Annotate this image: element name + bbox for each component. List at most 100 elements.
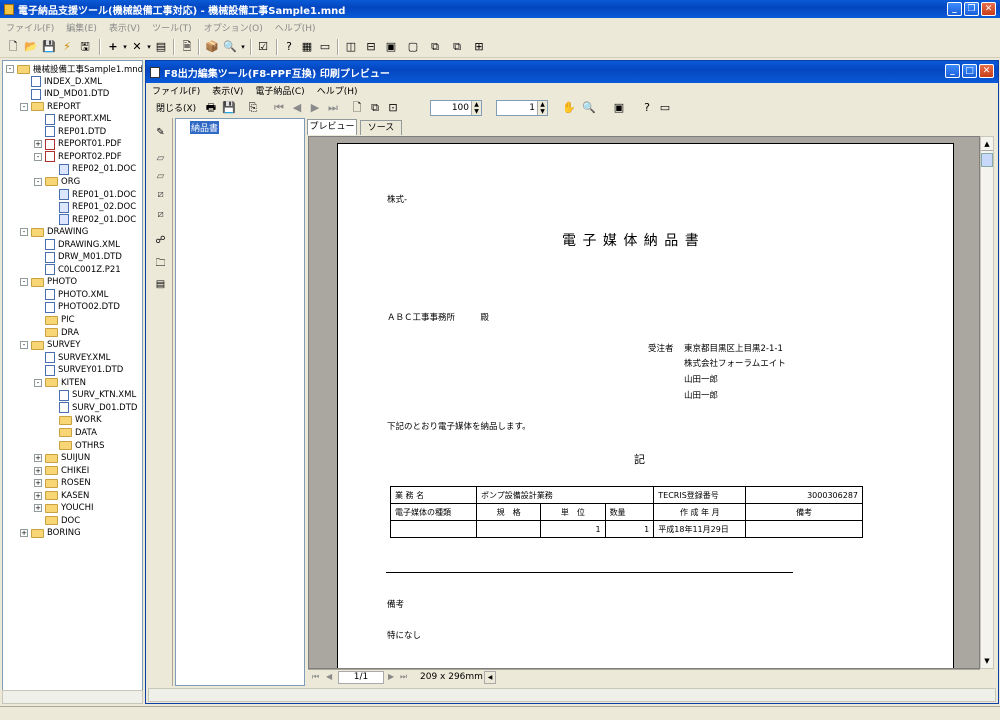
web-icon[interactable]: 🖫: [78, 40, 92, 54]
tree-node[interactable]: INDEX_D.XML: [20, 76, 102, 88]
tree-node[interactable]: REPORT.XML: [34, 113, 111, 125]
two-page-icon[interactable]: ⧉: [368, 101, 382, 115]
card-icon[interactable]: ▭: [318, 40, 332, 54]
tree-node[interactable]: PHOTO.XML: [34, 289, 108, 301]
preview-menu-file[interactable]: ファイル(F): [152, 84, 200, 97]
link-icon[interactable]: ☍: [152, 232, 169, 249]
help-icon[interactable]: ?: [282, 40, 296, 54]
first-page-icon[interactable]: ⏮: [312, 672, 319, 682]
tree-node[interactable]: - 機械設備工事Sample1.mnd: [6, 63, 142, 75]
open-icon[interactable]: 📂: [24, 40, 38, 54]
preview-maximize-button[interactable]: □: [962, 64, 977, 78]
print-icon[interactable]: 🖶: [204, 101, 218, 115]
expand-icon[interactable]: +: [34, 504, 42, 513]
close-preview-button[interactable]: 閉じる(X): [156, 101, 196, 114]
tree-node[interactable]: DOC: [34, 515, 80, 527]
hand-icon[interactable]: ✋: [562, 101, 576, 115]
restore-button[interactable]: ❐: [964, 2, 979, 16]
checklist-icon[interactable]: ☑: [256, 40, 270, 54]
menu-help[interactable]: ヘルプ(H): [275, 21, 316, 34]
menu-edit[interactable]: 編集(E): [66, 21, 97, 34]
tree-node[interactable]: C0LC001Z.P21: [34, 264, 121, 276]
tree-node[interactable]: REP02_01.DOC: [48, 214, 136, 226]
vertical-scrollbar[interactable]: ▲ ▼: [980, 136, 994, 669]
fit-page-icon[interactable]: ⊡: [386, 101, 400, 115]
tree-node[interactable]: + REPORT01.PDF: [34, 138, 122, 150]
help-icon[interactable]: ?: [640, 101, 654, 115]
collapse-icon[interactable]: -: [34, 378, 42, 387]
copy-icon[interactable]: ⎘: [246, 101, 260, 115]
tree-node[interactable]: - REPORT: [20, 101, 81, 113]
save-icon[interactable]: 💾: [222, 101, 236, 115]
expand-icon[interactable]: +: [34, 479, 42, 488]
tree-node[interactable]: REP01.DTD: [34, 126, 106, 138]
menu-options[interactable]: オプション(O): [204, 21, 263, 34]
menu-view[interactable]: 表示(V): [109, 21, 140, 34]
tree-node[interactable]: DRW_M01.DTD: [34, 251, 122, 263]
hscroll-left-icon[interactable]: ◀: [484, 671, 496, 684]
document-list-item[interactable]: 納品書: [190, 121, 220, 134]
collapse-icon[interactable]: -: [20, 228, 28, 237]
single-page-icon[interactable]: 🗋: [350, 101, 364, 115]
prev-page-icon[interactable]: ◀: [290, 101, 304, 115]
tree-node[interactable]: DATA: [48, 427, 97, 439]
collapse-icon[interactable]: -: [20, 102, 28, 111]
tool-icon[interactable]: ▱: [152, 150, 169, 167]
tree-icon[interactable]: 🗀: [152, 256, 169, 273]
window-icon[interactable]: ⊞: [472, 40, 486, 54]
scroll-thumb[interactable]: [981, 153, 993, 167]
tree-node[interactable]: + ROSEN: [34, 477, 91, 489]
preview-icon[interactable]: 🗎: [180, 40, 194, 54]
about-icon[interactable]: ▭: [658, 101, 672, 115]
last-page-icon[interactable]: ⏭: [326, 101, 340, 115]
package-icon[interactable]: 📦: [205, 40, 219, 54]
expand-icon[interactable]: +: [34, 466, 42, 475]
tile-horizontal-icon[interactable]: ⊟: [364, 40, 378, 54]
next-page-icon[interactable]: ▶: [388, 672, 394, 681]
tree-node[interactable]: DRAWING.XML: [34, 239, 120, 251]
menu-file[interactable]: ファイル(F): [6, 21, 54, 34]
expand-icon[interactable]: +: [34, 491, 42, 500]
tree-node[interactable]: - PHOTO: [20, 276, 77, 288]
preview-close-button[interactable]: ✕: [979, 64, 994, 78]
minimize-button[interactable]: _: [947, 2, 962, 16]
tab-preview[interactable]: プレビュー: [307, 119, 357, 135]
expand-icon[interactable]: +: [20, 529, 28, 538]
find-icon[interactable]: 🔍: [223, 40, 237, 54]
tree-node[interactable]: + BORING: [20, 527, 81, 539]
tree-node[interactable]: - ORG: [34, 176, 80, 188]
page-number-input[interactable]: 1 ▲ ▼: [496, 100, 548, 116]
next-page-icon[interactable]: ▶: [308, 101, 322, 115]
tree-node[interactable]: SURVEY.XML: [34, 352, 110, 364]
new-icon[interactable]: 🗋: [6, 40, 20, 54]
tree-node[interactable]: DRA: [34, 327, 79, 339]
preview-minimize-button[interactable]: _: [945, 64, 960, 78]
info-icon[interactable]: ▦: [300, 40, 314, 54]
first-page-icon[interactable]: ⏮: [272, 101, 286, 115]
collapse-icon[interactable]: -: [20, 278, 28, 287]
tree-node[interactable]: + KASEN: [34, 490, 89, 502]
tool-icon[interactable]: ⧄: [152, 206, 169, 223]
prev-page-icon[interactable]: ◀: [326, 672, 332, 681]
preview-menu-help[interactable]: ヘルプ(H): [317, 84, 358, 97]
tree-node[interactable]: - SURVEY: [20, 339, 80, 351]
spin-icon[interactable]: ▲ ▼: [471, 101, 481, 115]
document-list[interactable]: 納品書: [175, 118, 305, 686]
preview-menu-delivery[interactable]: 電子納品(C): [255, 84, 304, 97]
expand-icon[interactable]: +: [34, 454, 42, 463]
check-icon[interactable]: ⚡: [60, 40, 74, 54]
tool-icon[interactable]: ▱: [152, 168, 169, 185]
save-icon[interactable]: 💾: [42, 40, 56, 54]
last-page-icon[interactable]: ⏭: [400, 672, 407, 682]
export-icon[interactable]: ▣: [612, 101, 626, 115]
tree-node[interactable]: + SUIJUN: [34, 452, 90, 464]
folder-tree[interactable]: - 機械設備工事Sample1.mnd INDEX_D.XML IND_MD01.DT…: [2, 60, 143, 704]
spin-icon[interactable]: ▲ ▼: [537, 101, 547, 115]
zoom-icon[interactable]: 🔍: [582, 101, 596, 115]
preview-area[interactable]: [308, 136, 980, 669]
cascade-icon[interactable]: ▣: [384, 40, 398, 54]
tree-horizontal-scrollbar[interactable]: [2, 690, 143, 704]
tree-node[interactable]: PHOTO02.DTD: [34, 301, 120, 313]
list-icon[interactable]: ▤: [152, 276, 169, 293]
window-icon[interactable]: ▢: [406, 40, 420, 54]
